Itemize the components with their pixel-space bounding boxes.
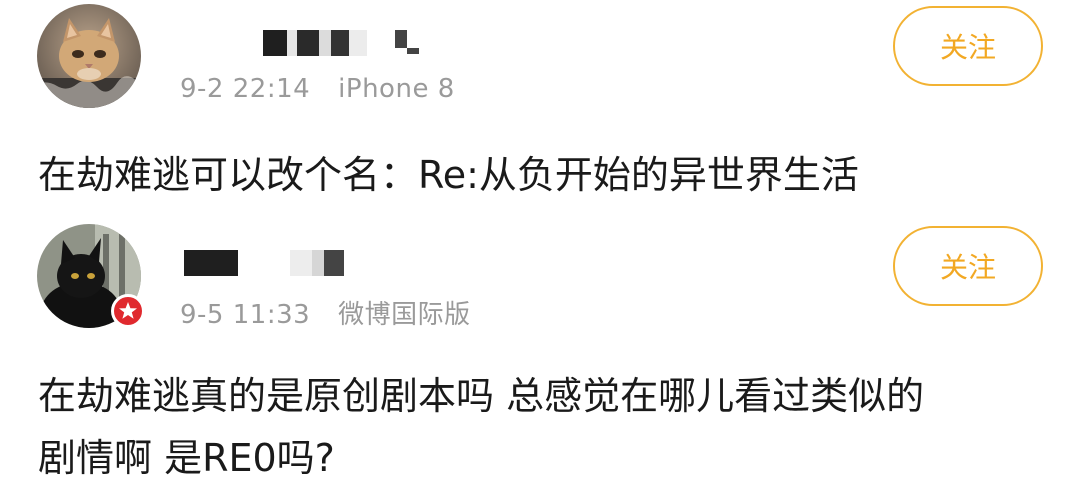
post-source: 微博国际版 [338,300,471,330]
comment-text: 在劫难逃真的是原创剧本吗 总感觉在哪儿看过类似的 剧情啊 是RE0吗? [38,374,925,480]
verified-star-badge-icon [111,294,145,328]
comment-item: 9-2 22:14 iPhone 8 关注 在劫难逃可以改个名：Re:从负开始的异… [0,0,1080,215]
follow-button[interactable]: 关注 [893,6,1043,86]
post-meta: 9-5 11:33 微博国际版 [180,294,471,331]
post-meta: 9-2 22:14 iPhone 8 [180,74,455,104]
post-time: 9-2 22:14 [180,74,311,104]
user-avatar[interactable] [37,4,141,108]
comment-item: 9-5 11:33 微博国际版 关注 在劫难逃真的是原创剧本吗 总感觉在哪儿看过类… [0,220,1080,490]
post-time: 9-5 11:33 [180,300,311,330]
follow-button[interactable]: 关注 [893,226,1043,306]
comment-text: 在劫难逃可以改个名：Re:从负开始的异世界生活 [38,153,859,197]
post-source: iPhone 8 [338,74,455,104]
cat-avatar-icon [37,4,141,108]
